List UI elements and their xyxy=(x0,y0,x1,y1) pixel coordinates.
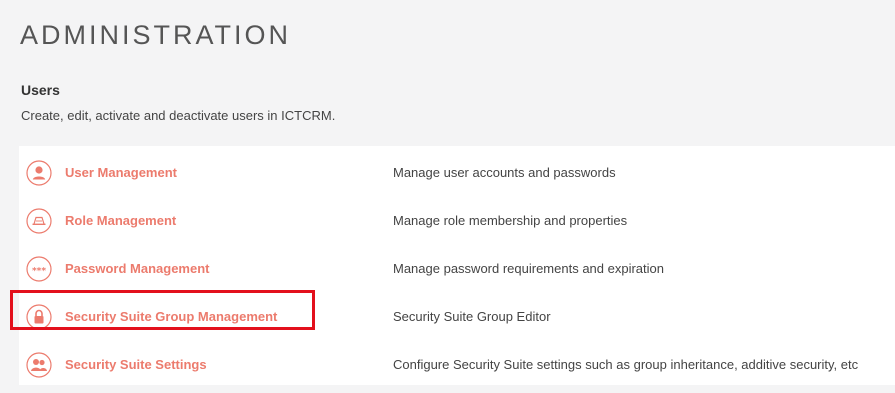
section-description: Create, edit, activate and deactivate us… xyxy=(21,108,336,123)
section-title: Users xyxy=(21,82,60,98)
security-suite-group-management-link[interactable]: Security Suite Group Management xyxy=(65,292,277,342)
password-management-description: Manage password requirements and expirat… xyxy=(393,261,664,276)
user-icon[interactable] xyxy=(26,160,52,186)
page-title: ADMINISTRATION xyxy=(20,20,291,50)
list-item-security-suite-settings: Security Suite Settings Configure Securi… xyxy=(19,340,895,388)
list-item-role-management: Role Management Manage role membership a… xyxy=(19,196,895,244)
user-management-link[interactable]: User Management xyxy=(65,148,177,198)
security-suite-group-management-description: Security Suite Group Editor xyxy=(393,309,551,324)
svg-text:***: *** xyxy=(32,267,46,277)
password-asterisks-icon[interactable]: *** xyxy=(26,256,52,282)
password-management-link[interactable]: Password Management xyxy=(65,244,210,294)
security-suite-settings-link[interactable]: Security Suite Settings xyxy=(65,340,207,390)
admin-links-panel: User Management Manage user accounts and… xyxy=(19,146,895,385)
role-hat-icon[interactable] xyxy=(26,208,52,234)
lock-icon[interactable] xyxy=(26,304,52,330)
list-item-security-suite-group-management: Security Suite Group Management Security… xyxy=(19,292,895,340)
security-suite-settings-description: Configure Security Suite settings such a… xyxy=(393,357,859,372)
list-item-password-management: *** Password Management Manage password … xyxy=(19,244,895,292)
role-management-description: Manage role membership and properties xyxy=(393,213,628,228)
user-management-description: Manage user accounts and passwords xyxy=(393,165,616,180)
list-item-user-management: User Management Manage user accounts and… xyxy=(19,148,895,196)
role-management-link[interactable]: Role Management xyxy=(65,196,176,246)
users-group-icon[interactable] xyxy=(26,352,52,378)
